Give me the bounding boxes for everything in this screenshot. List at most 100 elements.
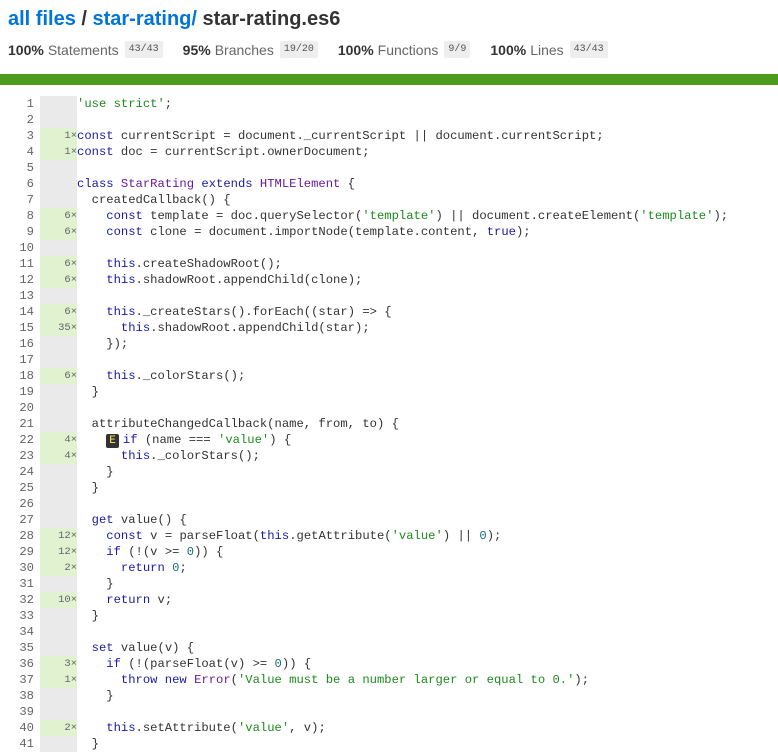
line-number[interactable]: 37 bbox=[0, 672, 34, 688]
source-code bbox=[77, 624, 728, 640]
hit-count: 1× bbox=[40, 128, 77, 144]
code-line: 18 6× this._colorStars(); bbox=[0, 368, 728, 384]
code-line: 24 } bbox=[0, 464, 728, 480]
line-number[interactable]: 12 bbox=[0, 272, 34, 288]
code-line: 36 3× if (!(parseFloat(v) >= 0)) { bbox=[0, 656, 728, 672]
source-code bbox=[77, 160, 728, 176]
source-code bbox=[77, 400, 728, 416]
code-line: 4 1× const doc = currentScript.ownerDocume… bbox=[0, 144, 728, 160]
line-number[interactable]: 3 bbox=[0, 128, 34, 144]
page-header: all files / star-rating/ star-rating.es6… bbox=[0, 0, 778, 74]
code-line: 37 1× throw new Error('Value must be a nu… bbox=[0, 672, 728, 688]
line-number[interactable]: 11 bbox=[0, 256, 34, 272]
hit-count: 10× bbox=[40, 592, 77, 608]
coverage-summary: 100% Statements 43/43 95% Branches 19/20… bbox=[8, 41, 770, 58]
line-number[interactable]: 16 bbox=[0, 336, 34, 352]
line-number[interactable]: 38 bbox=[0, 688, 34, 704]
line-number[interactable]: 21 bbox=[0, 416, 34, 432]
source-code: } bbox=[77, 465, 114, 479]
line-number[interactable]: 7 bbox=[0, 192, 34, 208]
line-number[interactable]: 41 bbox=[0, 736, 34, 752]
hit-count bbox=[40, 480, 77, 496]
line-number[interactable]: 24 bbox=[0, 464, 34, 480]
line-number[interactable]: 14 bbox=[0, 304, 34, 320]
hit-count bbox=[40, 240, 77, 256]
source-code: } bbox=[77, 689, 114, 703]
code-line: 29 12× if (!(v >= 0)) { bbox=[0, 544, 728, 560]
code-line: 25 } bbox=[0, 480, 728, 496]
line-number[interactable]: 29 bbox=[0, 544, 34, 560]
line-number[interactable]: 6 bbox=[0, 176, 34, 192]
source-code: return 0; bbox=[120, 561, 187, 575]
source-code: get value() { bbox=[91, 513, 187, 527]
code-line: 3 1× const currentScript = document._curre… bbox=[0, 128, 728, 144]
line-number[interactable]: 40 bbox=[0, 720, 34, 736]
hit-count: 35× bbox=[40, 320, 77, 336]
line-number[interactable]: 34 bbox=[0, 624, 34, 640]
source-code bbox=[77, 496, 728, 512]
line-number[interactable]: 35 bbox=[0, 640, 34, 656]
hit-count bbox=[40, 624, 77, 640]
stat-pct: 95% bbox=[182, 41, 211, 58]
line-number[interactable]: 25 bbox=[0, 480, 34, 496]
source-code: 'use strict'; bbox=[77, 97, 173, 111]
hit-count bbox=[40, 736, 77, 752]
line-number[interactable]: 8 bbox=[0, 208, 34, 224]
source-code: if (!(v >= 0)) { bbox=[106, 545, 224, 559]
line-number[interactable]: 27 bbox=[0, 512, 34, 528]
line-number[interactable]: 33 bbox=[0, 608, 34, 624]
line-number[interactable]: 2 bbox=[0, 112, 34, 128]
line-number[interactable]: 17 bbox=[0, 352, 34, 368]
line-number[interactable]: 20 bbox=[0, 400, 34, 416]
code-line: 11 6× this.createShadowRoot(); bbox=[0, 256, 728, 272]
line-number[interactable]: 23 bbox=[0, 448, 34, 464]
line-number[interactable]: 36 bbox=[0, 656, 34, 672]
code-line: 32 10× return v; bbox=[0, 592, 728, 608]
source-code: const v = parseFloat(this.getAttribute('… bbox=[106, 529, 502, 543]
code-line: 26 bbox=[0, 496, 728, 512]
hit-count: 4× bbox=[40, 432, 77, 448]
line-number[interactable]: 15 bbox=[0, 320, 34, 336]
line-number[interactable]: 26 bbox=[0, 496, 34, 512]
source-code: } bbox=[77, 609, 99, 623]
line-number[interactable]: 5 bbox=[0, 160, 34, 176]
hit-count bbox=[40, 688, 77, 704]
line-number[interactable]: 10 bbox=[0, 240, 34, 256]
code-line: 19 } bbox=[0, 384, 728, 400]
folder-link[interactable]: star-rating/ bbox=[92, 8, 196, 30]
code-line: 14 6× this._createStars().forEach((star) … bbox=[0, 304, 728, 320]
code-line: 41 } bbox=[0, 736, 728, 752]
source-code: Eif (name === 'value') { bbox=[77, 432, 728, 448]
line-number[interactable]: 39 bbox=[0, 704, 34, 720]
line-number[interactable]: 9 bbox=[0, 224, 34, 240]
hit-count: 1× bbox=[40, 144, 77, 160]
line-number[interactable]: 30 bbox=[0, 560, 34, 576]
hit-count bbox=[40, 496, 77, 512]
source-code: const template = doc.querySelector('temp… bbox=[106, 209, 729, 223]
file-name: star-rating.es6 bbox=[196, 8, 341, 30]
line-number[interactable]: 1 bbox=[0, 96, 34, 112]
hit-count: 2× bbox=[40, 560, 77, 576]
line-number[interactable]: 4 bbox=[0, 144, 34, 160]
source-code bbox=[77, 240, 728, 256]
line-number[interactable]: 28 bbox=[0, 528, 34, 544]
line-number[interactable]: 18 bbox=[0, 368, 34, 384]
source-code: set value(v) { bbox=[91, 641, 195, 655]
source-code: } bbox=[77, 481, 99, 495]
code-line: 28 12× const v = parseFloat(this.getAttri… bbox=[0, 528, 728, 544]
hit-count: 6× bbox=[40, 208, 77, 224]
line-number[interactable]: 31 bbox=[0, 576, 34, 592]
else-path-not-taken-badge: E bbox=[106, 434, 119, 448]
line-number[interactable]: 32 bbox=[0, 592, 34, 608]
hit-count bbox=[40, 352, 77, 368]
stat-fraction: 43/43 bbox=[124, 41, 163, 58]
all-files-link[interactable]: all files bbox=[8, 8, 76, 30]
line-number[interactable]: 13 bbox=[0, 288, 34, 304]
code-line: 2 bbox=[0, 112, 728, 128]
code-line: 34 bbox=[0, 624, 728, 640]
code-line: 22 4× Eif (name === 'value') { bbox=[0, 432, 728, 448]
source-code bbox=[77, 704, 728, 720]
source-code: } bbox=[77, 577, 114, 591]
line-number[interactable]: 19 bbox=[0, 384, 34, 400]
line-number[interactable]: 22 bbox=[0, 432, 34, 448]
